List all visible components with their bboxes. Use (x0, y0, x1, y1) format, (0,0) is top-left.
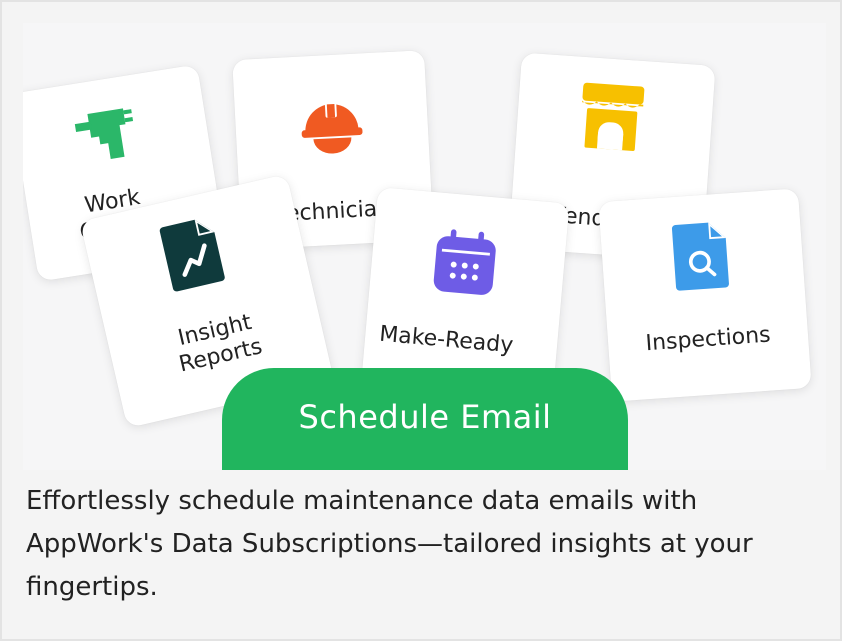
card-inspections: Inspections (598, 188, 812, 402)
calendar-icon (433, 229, 496, 295)
drill-icon (74, 108, 134, 159)
schedule-email-label: Schedule Email (298, 398, 552, 436)
caption-text: Effortlessly schedule maintenance data e… (26, 486, 753, 602)
schedule-email-button[interactable]: Schedule Email (222, 368, 628, 470)
article-card[interactable]: Work Orders Technicians Vendors (0, 0, 842, 641)
card-label: Make-Ready (378, 321, 515, 359)
report-chart-icon (159, 219, 225, 292)
search-document-icon (671, 222, 729, 291)
hard-hat-icon (301, 102, 363, 154)
storefront-icon (582, 82, 645, 151)
hero-illustration: Work Orders Technicians Vendors (23, 23, 826, 470)
card-label: Inspections (644, 322, 772, 357)
